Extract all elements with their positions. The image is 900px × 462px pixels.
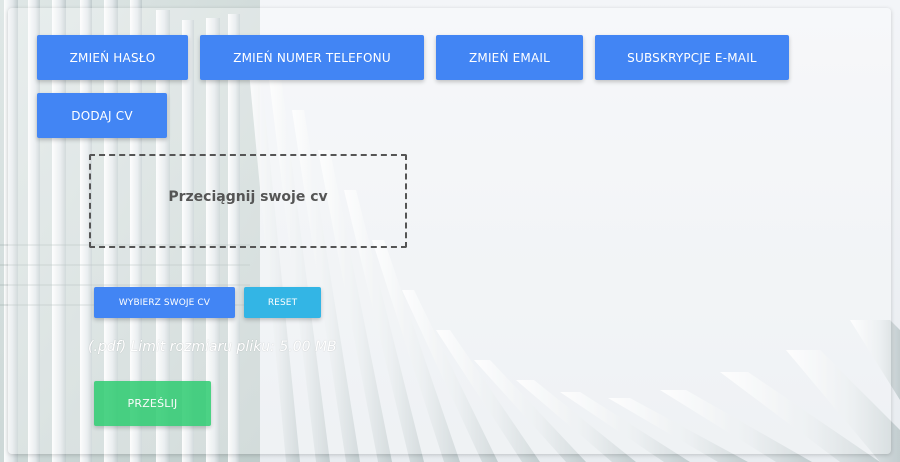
dropzone-label: Przeciągnij swoje cv [168, 189, 328, 205]
change-password-button[interactable]: ZMIEŃ HASŁO [37, 35, 188, 80]
email-subscriptions-button[interactable]: SUBSKRYPCJE E-MAIL [595, 35, 789, 80]
reset-button[interactable]: RESET [244, 287, 321, 318]
page: ZMIEŃ HASŁO ZMIEŃ NUMER TELEFONU ZMIEŃ E… [0, 0, 900, 462]
change-email-button[interactable]: ZMIEŃ EMAIL [436, 35, 583, 80]
submit-button[interactable]: PRZEŚLIJ [94, 381, 211, 426]
choose-cv-button[interactable]: WYBIERZ SWOJE CV [94, 287, 235, 318]
change-phone-button[interactable]: ZMIEŃ NUMER TELEFONU [200, 35, 424, 80]
cv-dropzone[interactable]: Przeciągnij swoje cv [89, 154, 407, 248]
add-cv-button[interactable]: DODAJ CV [37, 93, 167, 138]
file-size-hint: (.pdf) Limit rozmiaru pliku: 5.00 MB [88, 339, 337, 355]
